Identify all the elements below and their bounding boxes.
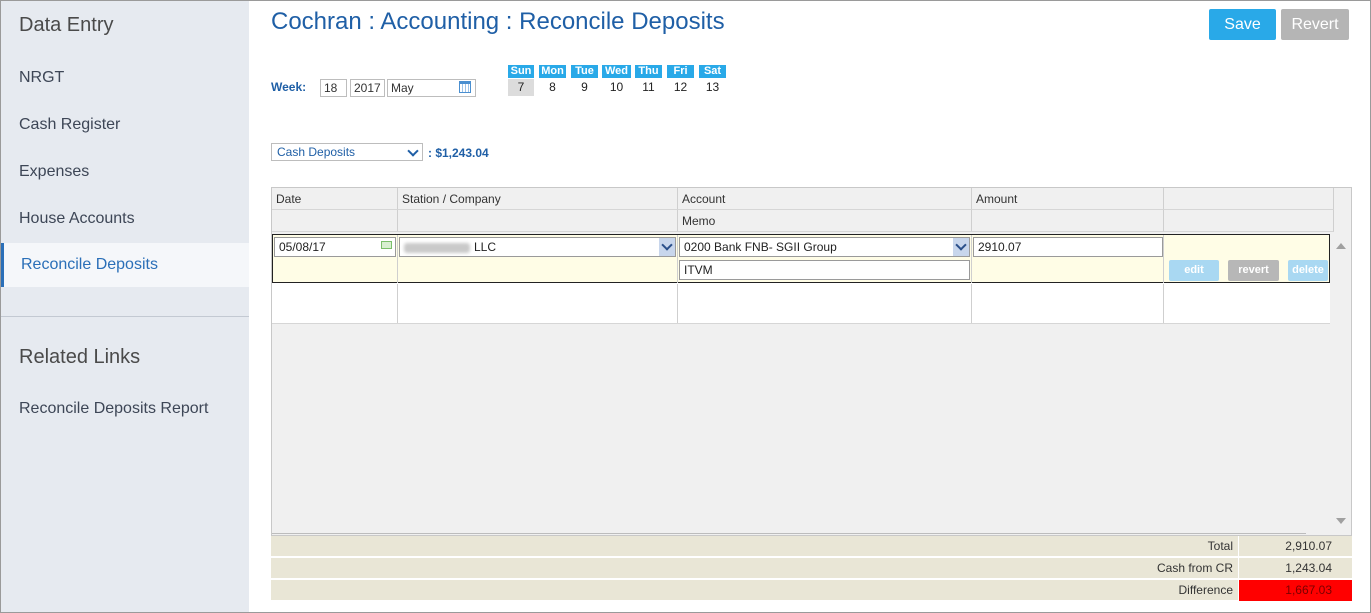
day-header-sun: Sun — [508, 65, 534, 78]
deposit-type-value: Cash Deposits — [277, 145, 356, 159]
deposit-type-select[interactable]: Cash Deposits — [271, 143, 423, 161]
total-row: Total 2,910.07 — [271, 536, 1352, 557]
page-title: Cochran : Accounting : Reconcile Deposit… — [271, 8, 725, 35]
day-header-tue: Tue — [571, 65, 598, 78]
date-picker-icon[interactable] — [381, 241, 392, 249]
table-row-empty[interactable] — [272, 283, 1330, 324]
edit-button[interactable]: edit — [1169, 260, 1219, 281]
sidebar: Data Entry NRGT Cash Register Expenses H… — [1, 1, 249, 612]
day-number-sun[interactable]: 7 — [508, 79, 534, 96]
cash-from-cr-label: Cash from CR — [1156, 561, 1233, 575]
day-number-mon[interactable]: 8 — [539, 79, 566, 96]
sidebar-section-title: Data Entry — [19, 14, 114, 36]
difference-value: 1,667.03 — [1238, 580, 1352, 601]
deposit-total: : $1,243.04 — [428, 146, 489, 160]
total-value: 2,910.07 — [1238, 536, 1352, 557]
redacted-station-name — [404, 242, 470, 253]
sidebar-item-expenses[interactable]: Expenses — [1, 150, 249, 194]
sidebar-divider — [1, 316, 249, 317]
related-link-reconcile-deposits-report[interactable]: Reconcile Deposits Report — [1, 387, 249, 431]
sidebar-item-cash-register[interactable]: Cash Register — [1, 103, 249, 147]
account-select[interactable]: 0200 Bank FNB- SGII Group — [679, 237, 970, 257]
day-header-fri: Fri — [667, 65, 694, 78]
day-header-thu: Thu — [635, 65, 662, 78]
day-number-wed[interactable]: 10 — [602, 79, 631, 96]
amount-field[interactable]: 2910.07 — [973, 237, 1163, 257]
chevron-down-icon — [407, 145, 419, 157]
day-number-thu[interactable]: 11 — [635, 79, 662, 96]
year-input[interactable]: 2017 — [350, 79, 385, 97]
difference-label: Difference — [1178, 583, 1233, 597]
sidebar-item-nrgt[interactable]: NRGT — [1, 56, 249, 100]
column-subheader-blank — [272, 210, 398, 232]
column-subheader-blank — [972, 210, 1164, 232]
column-subheader-blank — [398, 210, 678, 232]
calendar-icon[interactable] — [459, 81, 471, 93]
day-header-sat: Sat — [699, 65, 726, 78]
sidebar-item-house-accounts[interactable]: House Accounts — [1, 197, 249, 241]
save-button[interactable]: Save — [1209, 9, 1276, 40]
station-suffix: LLC — [474, 240, 497, 254]
day-number-tue[interactable]: 9 — [571, 79, 598, 96]
total-label: Total — [1207, 539, 1233, 553]
day-number-fri[interactable]: 12 — [667, 79, 694, 96]
memo-field[interactable]: ITVM — [679, 260, 970, 280]
column-divider — [1163, 284, 1164, 323]
cash-from-cr-value: 1,243.04 — [1238, 558, 1352, 579]
chevron-down-icon[interactable] — [953, 238, 969, 256]
day-number-sat[interactable]: 13 — [699, 79, 726, 96]
day-header-mon: Mon — [539, 65, 566, 78]
revert-row-button[interactable]: revert — [1228, 260, 1279, 281]
difference-row: Difference 1,667.03 — [271, 580, 1352, 601]
account-value: 0200 Bank FNB- SGII Group — [684, 240, 837, 254]
horizontal-scrollbar[interactable] — [272, 533, 1306, 534]
day-header-wed: Wed — [602, 65, 631, 78]
sidebar-item-reconcile-deposits[interactable]: Reconcile Deposits — [1, 243, 249, 287]
column-divider — [677, 284, 678, 323]
week-label: Week: — [271, 80, 307, 94]
scroll-down-arrow-icon[interactable] — [1336, 518, 1346, 524]
column-divider — [397, 284, 398, 323]
station-select[interactable]: LLC — [399, 237, 676, 257]
scroll-up-arrow-icon[interactable] — [1336, 243, 1346, 249]
cash-from-cr-row: Cash from CR 1,243.04 — [271, 558, 1352, 579]
column-header-amount[interactable]: Amount — [972, 188, 1164, 210]
column-header-actions — [1164, 188, 1334, 210]
date-field[interactable]: 05/08/17 — [274, 237, 396, 257]
related-links-title: Related Links — [19, 346, 141, 368]
revert-button[interactable]: Revert — [1281, 9, 1349, 40]
column-header-memo[interactable]: Memo — [678, 210, 972, 232]
delete-button[interactable]: delete — [1288, 260, 1328, 281]
column-header-account[interactable]: Account — [678, 188, 972, 210]
column-subheader-blank — [1164, 210, 1334, 232]
chevron-down-icon[interactable] — [659, 238, 675, 256]
week-number-input[interactable]: 18 — [320, 79, 347, 97]
column-header-date[interactable]: Date — [272, 188, 398, 210]
column-divider — [971, 284, 972, 323]
column-header-station[interactable]: Station / Company — [398, 188, 678, 210]
